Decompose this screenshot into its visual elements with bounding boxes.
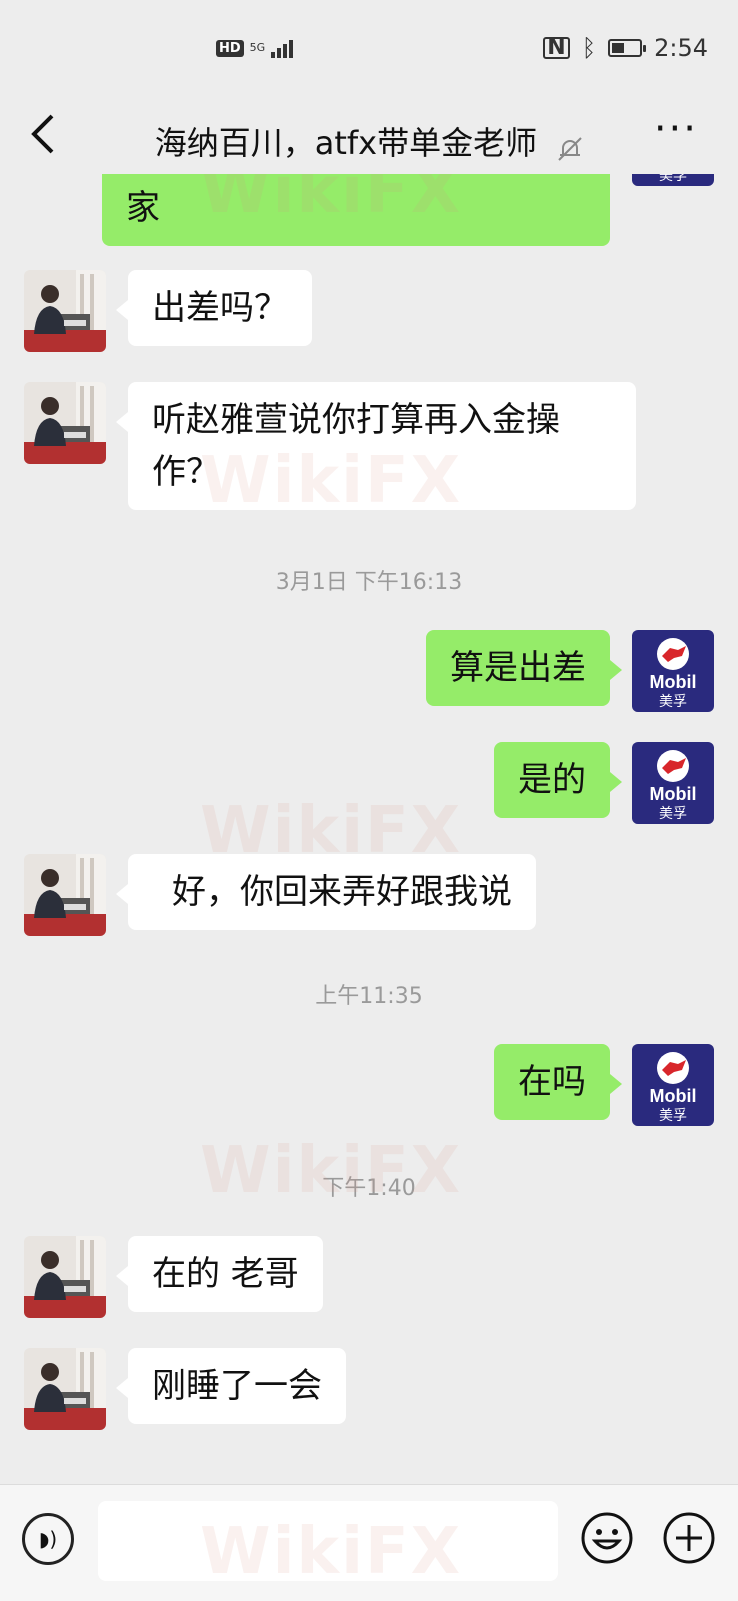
chat-title-text: 海纳百川，atfx带单金老师 bbox=[154, 124, 538, 162]
hd-badge: HD bbox=[216, 39, 244, 57]
message-text: 好，你回来弄好跟我说 bbox=[172, 872, 512, 912]
message-text: 在吗 bbox=[518, 1062, 586, 1102]
input-bar: ◗) WikiFX bbox=[0, 1484, 738, 1601]
message-text-line: 作？ bbox=[152, 452, 220, 492]
message-bubble-out[interactable]: 算是出差 bbox=[426, 630, 622, 706]
more-button[interactable]: ··· bbox=[654, 106, 698, 152]
timestamp: 3月1日 下午16:13 bbox=[275, 570, 463, 595]
my-avatar[interactable]: Mobil 美孚 bbox=[632, 630, 714, 712]
brand-subtext: 美孚 bbox=[659, 1108, 687, 1124]
brand-text: Mobil bbox=[650, 672, 697, 692]
signal-type: 5G bbox=[249, 41, 266, 54]
message-text-line: 听赵雅萱说你打算再入金操 bbox=[152, 400, 560, 440]
ellipsis-icon: ··· bbox=[653, 106, 698, 152]
message-bubble-out[interactable]: 家 bbox=[102, 174, 610, 246]
message-bubble-in[interactable]: 出差吗？ bbox=[116, 270, 312, 346]
bluetooth-icon: ᛒ bbox=[581, 34, 597, 62]
message-text: 是的 bbox=[518, 760, 586, 800]
message-text: 算是出差 bbox=[450, 648, 586, 688]
message-bubble-in[interactable]: 在的 老哥 bbox=[116, 1236, 323, 1312]
brand-subtext: 美孚 bbox=[659, 174, 687, 184]
chat-header: 海纳百川，atfx带单金老师 ··· bbox=[0, 104, 738, 174]
brand-text: Mobil bbox=[650, 1086, 697, 1106]
voice-icon: ◗) bbox=[38, 1527, 58, 1551]
message-bubble-out[interactable]: 是的 bbox=[494, 742, 622, 818]
contact-avatar[interactable] bbox=[24, 382, 106, 464]
message-text: 家 bbox=[126, 188, 160, 228]
message-bubble-out[interactable]: 在吗 bbox=[494, 1044, 622, 1120]
contact-avatar[interactable] bbox=[24, 1236, 106, 1318]
brand-subtext: 美孚 bbox=[659, 806, 687, 822]
battery-level bbox=[612, 43, 625, 53]
brand-text: Mobil bbox=[650, 784, 697, 804]
chat-title: 海纳百川，atfx带单金老师 bbox=[0, 118, 738, 164]
my-avatar[interactable]: Mobil 美孚 bbox=[632, 1044, 714, 1126]
message-text: 刚睡了一会 bbox=[152, 1366, 322, 1406]
bell-muted-icon bbox=[557, 132, 583, 161]
network-indicator: HD 5G bbox=[216, 38, 294, 58]
voice-button[interactable]: ◗) bbox=[22, 1513, 74, 1565]
status-bar: HD 5G N ᛒ 2:54 bbox=[0, 0, 738, 104]
signal-bars-icon bbox=[271, 38, 294, 58]
battery-icon bbox=[608, 39, 647, 57]
message-text: 出差吗？ bbox=[152, 288, 288, 328]
nfc-icon: N bbox=[543, 37, 570, 59]
message-text: 在的 老哥 bbox=[152, 1254, 299, 1294]
timestamp: 下午1:40 bbox=[322, 1176, 416, 1201]
emoji-icon[interactable] bbox=[580, 1511, 634, 1565]
message-bubble-in[interactable]: 好，你回来弄好跟我说 bbox=[116, 854, 536, 930]
my-avatar[interactable]: Mobil美孚 bbox=[632, 174, 714, 186]
my-avatar[interactable]: Mobil 美孚 bbox=[632, 742, 714, 824]
message-bubble-in[interactable]: 听赵雅萱说你打算再入金操 作？ bbox=[116, 382, 636, 510]
chat-messages[interactable]: 家 Mobil 美孚 出差吗？ 听赵雅萱说你打算再入金操 作？ 3月1日 下午16… bbox=[0, 174, 738, 1484]
contact-avatar[interactable] bbox=[24, 854, 106, 936]
plus-icon[interactable] bbox=[662, 1511, 716, 1565]
contact-avatar[interactable] bbox=[24, 270, 106, 352]
message-input[interactable] bbox=[98, 1501, 558, 1581]
timestamp: 上午11:35 bbox=[315, 984, 423, 1009]
clock: 2:54 bbox=[654, 34, 708, 62]
message-bubble-in[interactable]: 刚睡了一会 bbox=[116, 1348, 346, 1424]
contact-avatar[interactable] bbox=[24, 1348, 106, 1430]
brand-subtext: 美孚 bbox=[659, 694, 687, 710]
